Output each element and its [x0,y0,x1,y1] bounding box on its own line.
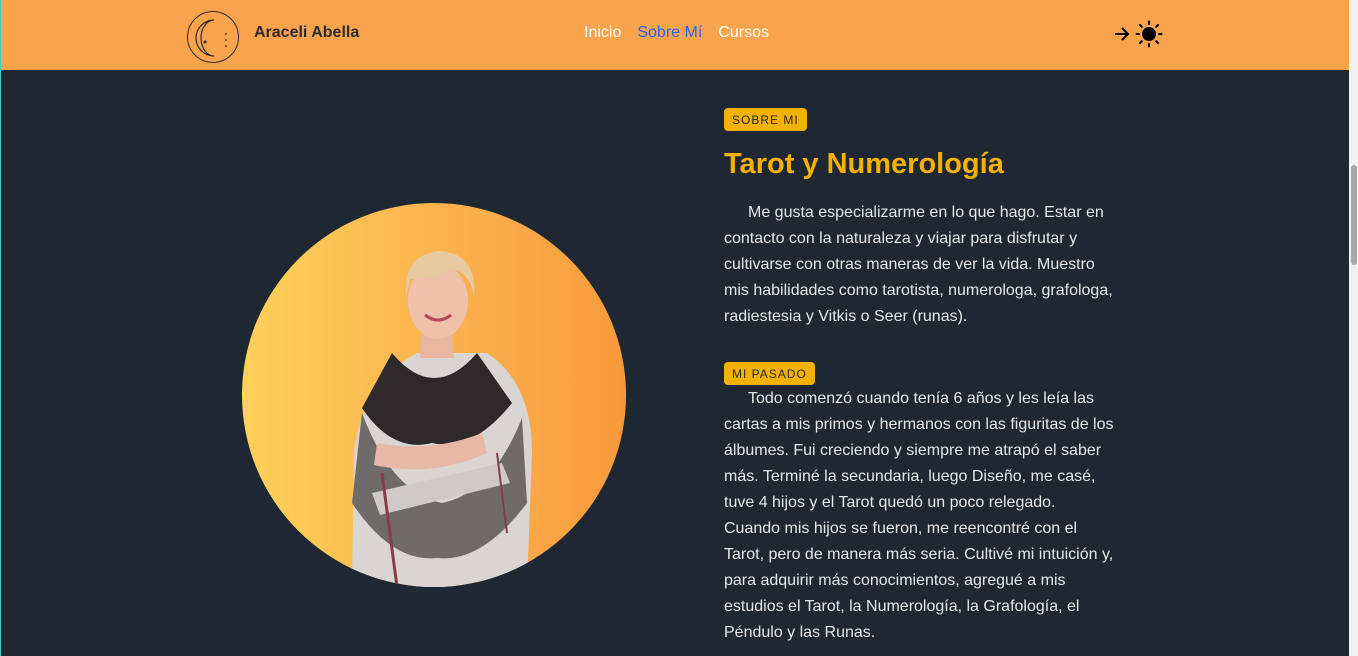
about-badge: SOBRE MI [724,108,807,131]
about-text: Me gusta especializarme en lo que hago. … [724,204,1113,325]
moon-logo-icon [195,19,228,57]
page-title: Tarot y Numerología [724,148,1004,180]
profile-portrait [242,203,626,587]
nav-link-sobre-mi[interactable]: Sobre Mí [637,24,702,42]
nav-link-cursos[interactable]: Cursos [718,24,769,42]
sun-icon[interactable] [1135,20,1163,53]
past-badge: MI PASADO [724,362,815,385]
past-text: Todo comenzó cuando tenía 6 años y les l… [724,390,1114,641]
brand-name[interactable]: Araceli Abella [254,24,359,42]
main-nav: Inicio Sobre Mí Cursos [584,24,769,42]
arrow-right-icon[interactable] [1113,21,1131,52]
scrollbar-thumb[interactable] [1351,165,1357,265]
page-scrollbar[interactable] [1349,0,1358,656]
top-navbar: Araceli Abella Inicio Sobre Mí Cursos [1,0,1349,70]
brand-logo[interactable] [187,11,239,63]
header-actions [1113,20,1163,53]
woman-portrait-image [352,251,532,587]
nav-link-inicio[interactable]: Inicio [584,24,621,42]
